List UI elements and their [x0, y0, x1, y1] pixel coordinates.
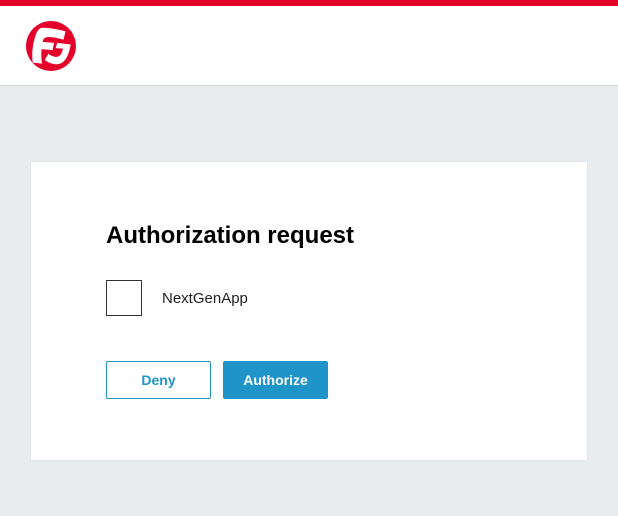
- app-name-label: NextGenApp: [162, 290, 248, 307]
- authorize-button[interactable]: Authorize: [223, 361, 328, 399]
- button-row: Deny Authorize: [106, 361, 512, 399]
- card-title: Authorization request: [106, 222, 512, 250]
- authorization-card: Authorization request NextGenApp Deny Au…: [30, 161, 588, 461]
- app-icon: [106, 280, 142, 316]
- f5-logo-icon: [25, 20, 77, 72]
- app-row: NextGenApp: [106, 280, 512, 316]
- deny-button[interactable]: Deny: [106, 361, 211, 399]
- header: [0, 6, 618, 86]
- content-area: Authorization request NextGenApp Deny Au…: [0, 86, 618, 491]
